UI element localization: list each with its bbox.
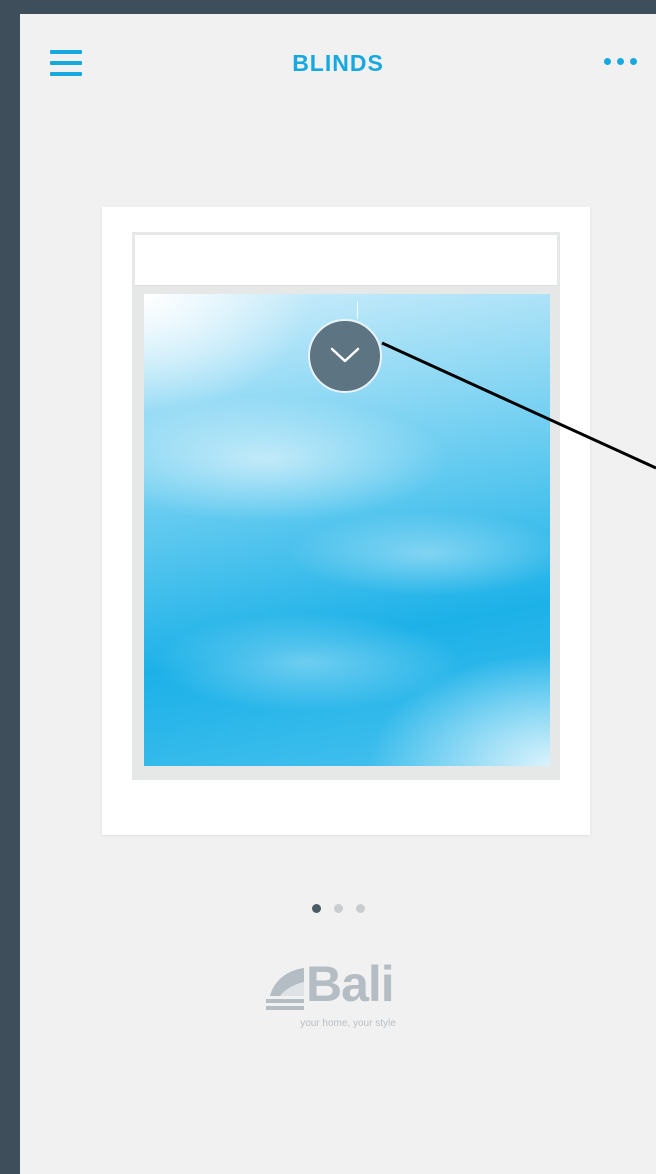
- lower-blind-button[interactable]: [308, 319, 382, 393]
- page-indicator: [312, 904, 372, 916]
- chevron-down-icon: [330, 347, 360, 363]
- bali-logo: Bali your home, your style: [266, 956, 436, 1040]
- brand-tagline: your home, your style: [300, 1018, 396, 1029]
- brand-name: Bali: [306, 956, 395, 1012]
- page-dot[interactable]: [356, 904, 365, 913]
- page-title: BLINDS: [292, 50, 384, 76]
- page-dot-active[interactable]: [312, 904, 321, 913]
- bali-logo-mark-icon: [266, 968, 304, 1010]
- more-dots-icon[interactable]: [604, 58, 644, 68]
- blind-card: [102, 207, 590, 835]
- page-dot[interactable]: [334, 904, 343, 913]
- blind-headrail: [135, 235, 557, 286]
- window-frame: [132, 232, 560, 780]
- app-screen: BLINDS Bali your home, your style: [20, 14, 656, 1174]
- blind-cord: [357, 301, 358, 319]
- top-bar: BLINDS: [20, 14, 656, 109]
